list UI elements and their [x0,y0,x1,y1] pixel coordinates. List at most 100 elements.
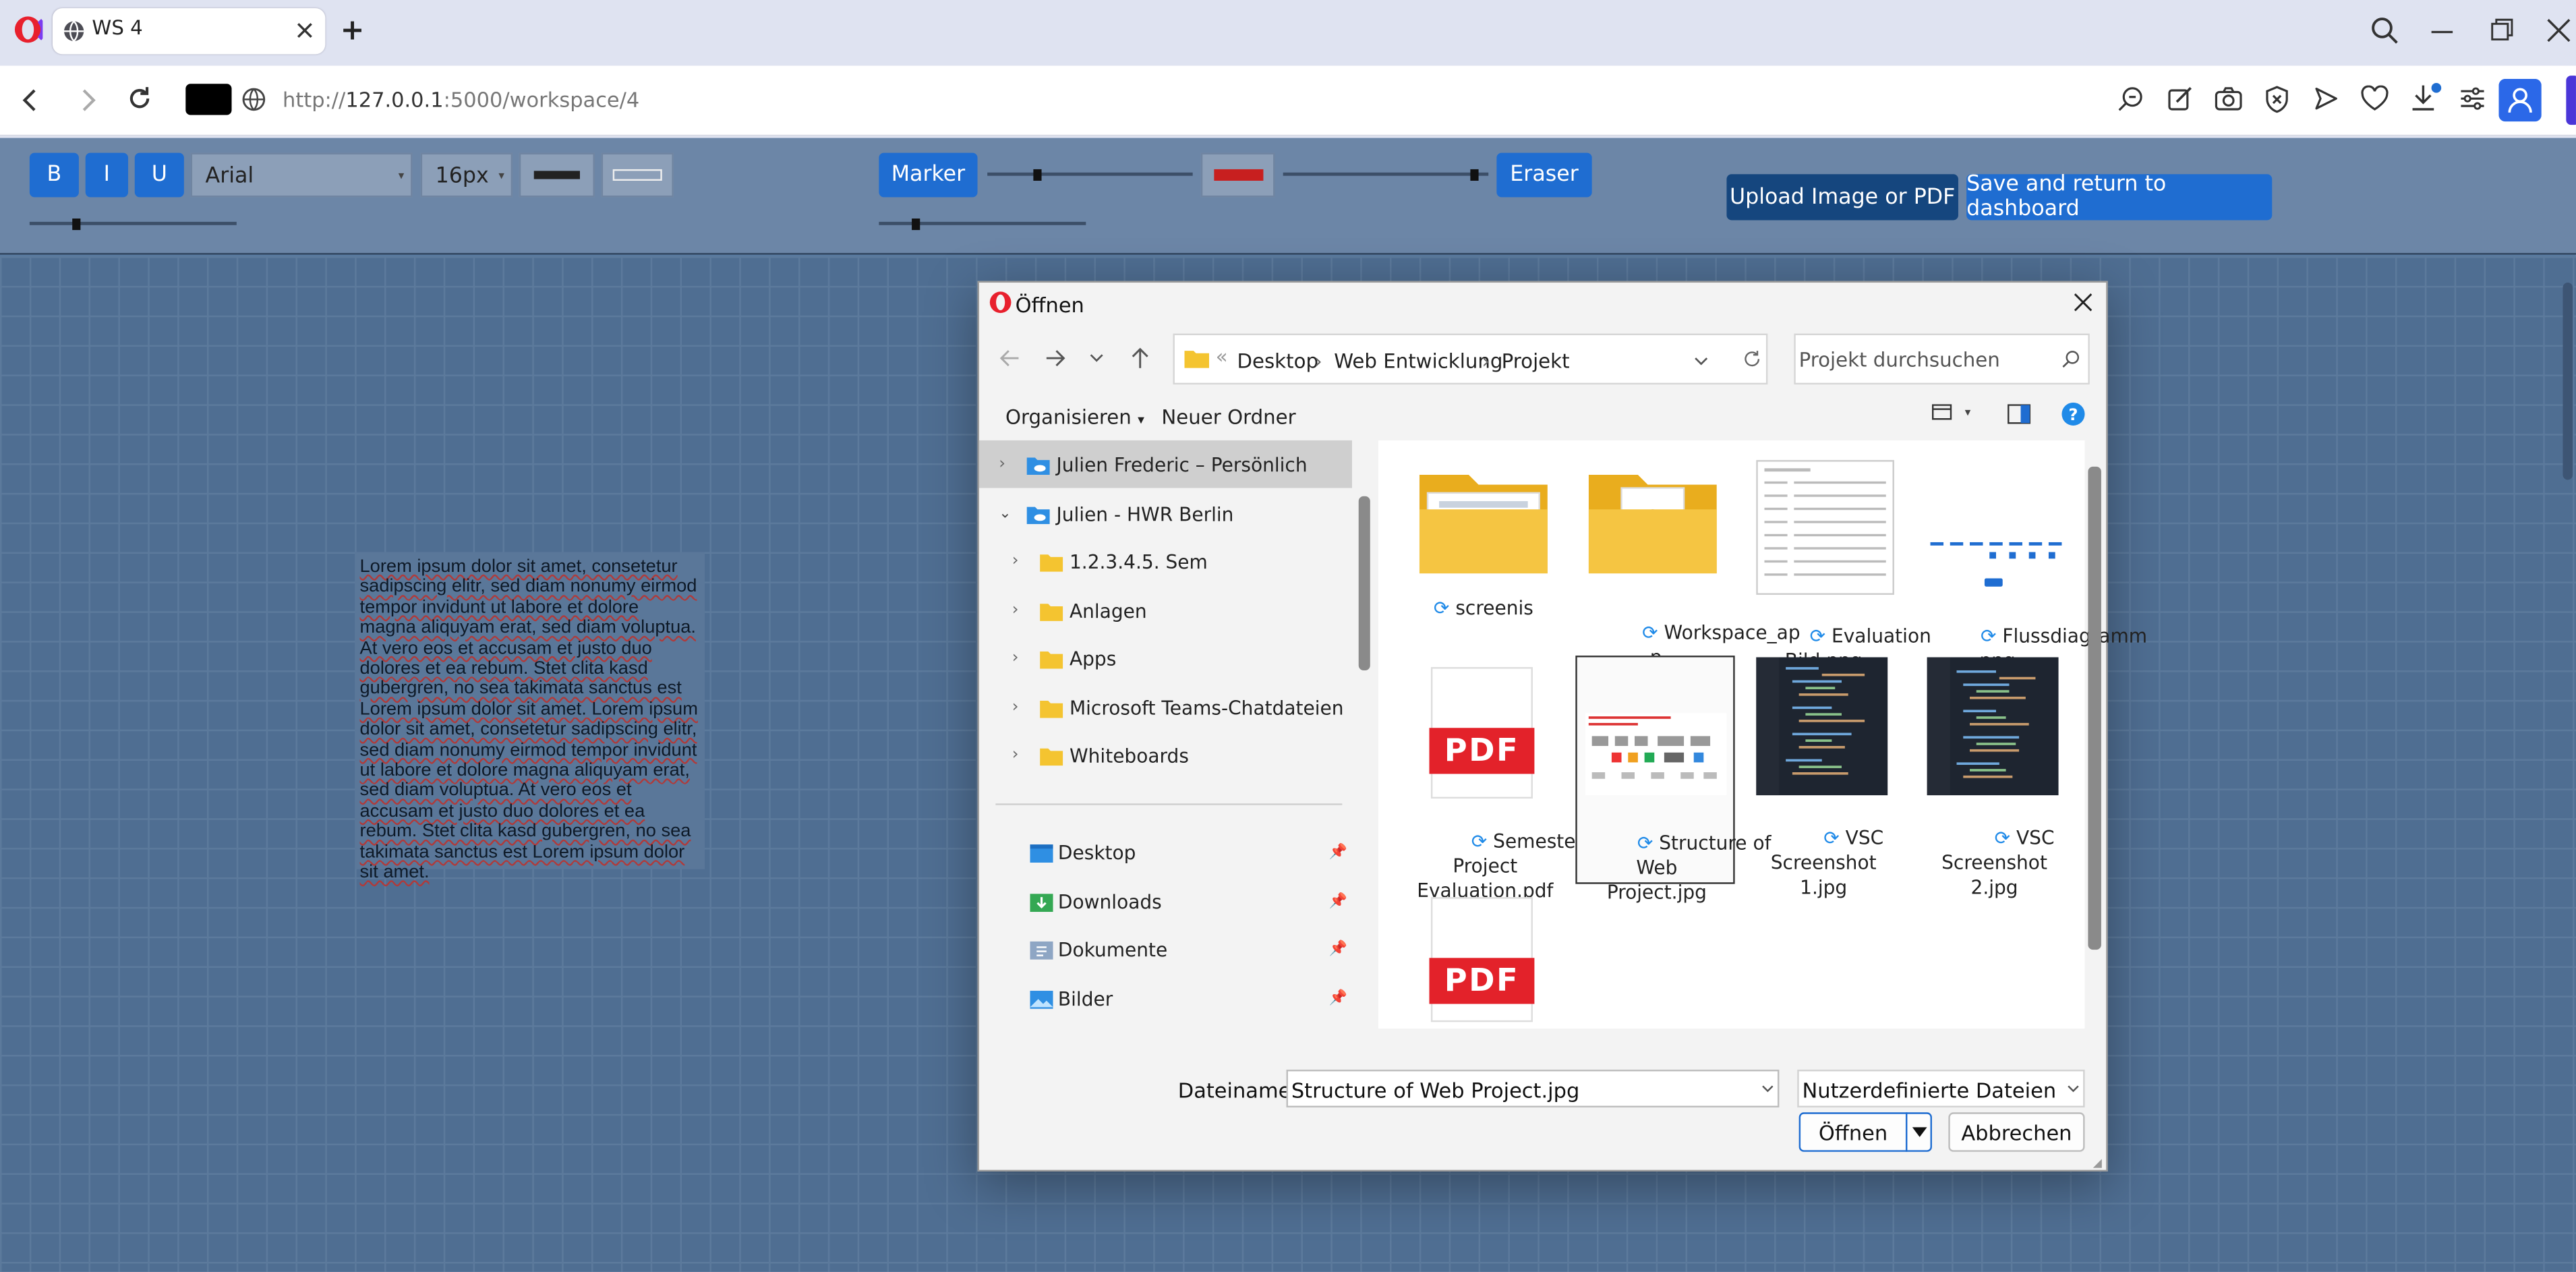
marker-button[interactable]: Marker [879,152,978,198]
adblock-shield-icon[interactable] [2264,86,2290,113]
file-item-image[interactable]: ⟳ Evaluation Bild.png [1750,460,1931,672]
forward-icon[interactable] [1045,348,1066,368]
marker-size-slider[interactable] [987,169,1193,181]
chevron-down-icon[interactable]: ⌄ [999,505,1024,521]
search-tabs-icon[interactable] [2370,16,2398,44]
chevron-right-icon[interactable]: › [1012,698,1037,716]
slider-thumb[interactable] [912,219,920,231]
forward-icon[interactable] [79,89,98,112]
pin-icon[interactable]: 📌 [1329,893,1347,909]
close-window-icon[interactable] [2546,18,2571,43]
slider-thumb[interactable] [72,219,81,231]
easy-setup-icon[interactable] [2459,86,2486,112]
breadcrumb-item-projekt[interactable]: Projekt [1502,350,1570,373]
resize-grip-icon[interactable]: ◢ [2093,1157,2102,1169]
chevron-down-icon[interactable] [1761,1085,1774,1095]
eraser-button[interactable]: Eraser [1496,152,1592,198]
file-item-image[interactable]: ⟳ Flussdiagramm .png [1921,460,2147,672]
search-input[interactable]: Projekt durchsuchen [1799,348,2000,371]
pin-icon[interactable]: 📌 [1329,844,1347,860]
breadcrumb-item-desktop[interactable]: Desktop [1237,350,1318,373]
chevron-down-icon[interactable] [1694,357,1709,367]
opera-logo-icon[interactable] [13,15,43,45]
organize-menu[interactable]: Organisieren ▾ [1005,406,1144,429]
heart-icon[interactable] [2361,85,2389,112]
chevron-right-icon[interactable]: › [1012,602,1037,620]
site-badge-icon[interactable] [185,84,232,115]
file-item-pdf[interactable]: PDF ⟳ Semester Project Evaluation.pdf [1411,660,1583,902]
cancel-button[interactable]: Abbrechen [1948,1112,2085,1152]
nav-scrollbar[interactable] [1358,496,1370,670]
font-size-select[interactable]: 16px ▾ [420,152,513,198]
marker-color-picker[interactable] [1200,152,1275,198]
pin-icon[interactable]: 📌 [1329,990,1347,1006]
view-options-icon[interactable] [1931,404,1955,422]
save-button[interactable]: Save and return to dashboard [1966,173,2273,222]
chevron-right-icon[interactable]: › [1012,746,1037,764]
send-icon[interactable] [2313,86,2339,112]
back-icon[interactable] [20,89,39,112]
nav-item-pictures[interactable]: Bilder 📌 [979,975,1352,1022]
profile-icon[interactable] [2498,78,2542,122]
page-scrollbar[interactable] [2563,283,2573,480]
slider-thumb[interactable] [1470,169,1479,181]
globe-icon[interactable] [241,87,266,112]
address-bar[interactable]: http://127.0.0.1:5000/workspace/4 [283,87,639,112]
refresh-icon[interactable] [1743,350,1761,368]
recent-locations-icon[interactable] [1089,353,1104,364]
nav-item-onedrive-personal[interactable]: › Julien Frederic – Persönlich [978,440,1352,488]
eraser-size-slider[interactable] [1283,169,1489,181]
new-folder-button[interactable]: Neuer Ordner [1161,406,1295,429]
upload-button[interactable]: Upload Image or PDF [1726,174,1958,221]
filename-input[interactable]: Structure of Web Project.jpg [1286,1069,1780,1107]
browser-tab[interactable]: WS 4 [52,8,326,55]
minimize-icon[interactable] [2431,30,2453,34]
nav-item-folder[interactable]: › 1.2.3.4.5. Sem [979,538,1352,585]
slider-thumb[interactable] [1033,169,1042,181]
chevron-right-icon[interactable]: › [999,455,1024,473]
nav-item-onedrive-business[interactable]: ⌄ Julien - HWR Berlin [979,490,1352,538]
up-folder-icon[interactable] [1130,347,1150,370]
chevron-right-icon[interactable]: › [1012,649,1037,667]
new-tab-icon[interactable] [342,20,363,41]
zoom-icon[interactable] [2117,86,2144,112]
edit-icon[interactable] [2167,86,2193,112]
restore-icon[interactable] [2490,18,2513,41]
italic-button[interactable]: I [85,152,129,198]
file-item-image[interactable]: ⟳ VSC Screenshot 1.jpg [1750,657,1898,899]
pin-icon[interactable]: 📌 [1329,941,1347,957]
text-size-slider[interactable] [29,219,237,231]
nav-item-desktop[interactable]: Desktop 📌 [979,828,1352,876]
open-options-dropdown[interactable] [1905,1112,1932,1152]
highlight-color-picker[interactable] [601,152,674,198]
underline-button[interactable]: U [134,152,184,198]
camera-icon[interactable] [2215,86,2242,112]
chevron-down-icon[interactable]: ▾ [1965,406,1971,419]
file-item-image[interactable]: ⟳ VSC Screenshot 2.jpg [1921,657,2068,899]
breadcrumb[interactable]: « Desktop › Web Entwicklung › Projekt [1173,333,1768,385]
breadcrumb-item-web-entwicklung[interactable]: Web Entwicklung [1334,350,1502,373]
nav-item-folder[interactable]: › Anlagen [979,587,1352,635]
bold-button[interactable]: B [29,152,79,198]
open-button[interactable]: Öffnen [1798,1112,1908,1152]
file-item-pdf[interactable]: PDF [1411,890,1559,1029]
file-list-scrollbar[interactable] [2088,466,2101,950]
text-color-picker[interactable] [519,152,595,198]
nav-item-folder[interactable]: › Microsoft Teams-Chatdateien [979,683,1352,731]
file-item-image-selected[interactable]: ⟳ Structure of Web Project.jpg [1575,656,1771,904]
downloads-icon[interactable] [2410,82,2443,113]
file-item-folder[interactable]: ⟳ Workspace_ap p [1582,463,1801,669]
back-icon[interactable] [999,348,1020,368]
filetype-select[interactable]: Nutzerdefinierte Dateien (*.x [1797,1069,2085,1107]
close-icon[interactable] [2073,293,2092,312]
font-family-select[interactable]: Arial ▾ [190,152,413,198]
nav-item-documents[interactable]: Dokumente 📌 [979,925,1352,973]
reload-icon[interactable] [127,86,153,112]
file-item-folder[interactable]: ⟳ screenis [1415,463,1553,628]
chevron-right-icon[interactable]: › [1012,552,1037,571]
nav-item-downloads[interactable]: Downloads 📌 [979,877,1352,925]
close-tab-icon[interactable] [296,22,314,40]
nav-item-folder[interactable]: › Apps [979,634,1352,682]
opacity-slider[interactable] [879,219,1086,231]
preview-pane-icon[interactable] [2008,404,2031,424]
